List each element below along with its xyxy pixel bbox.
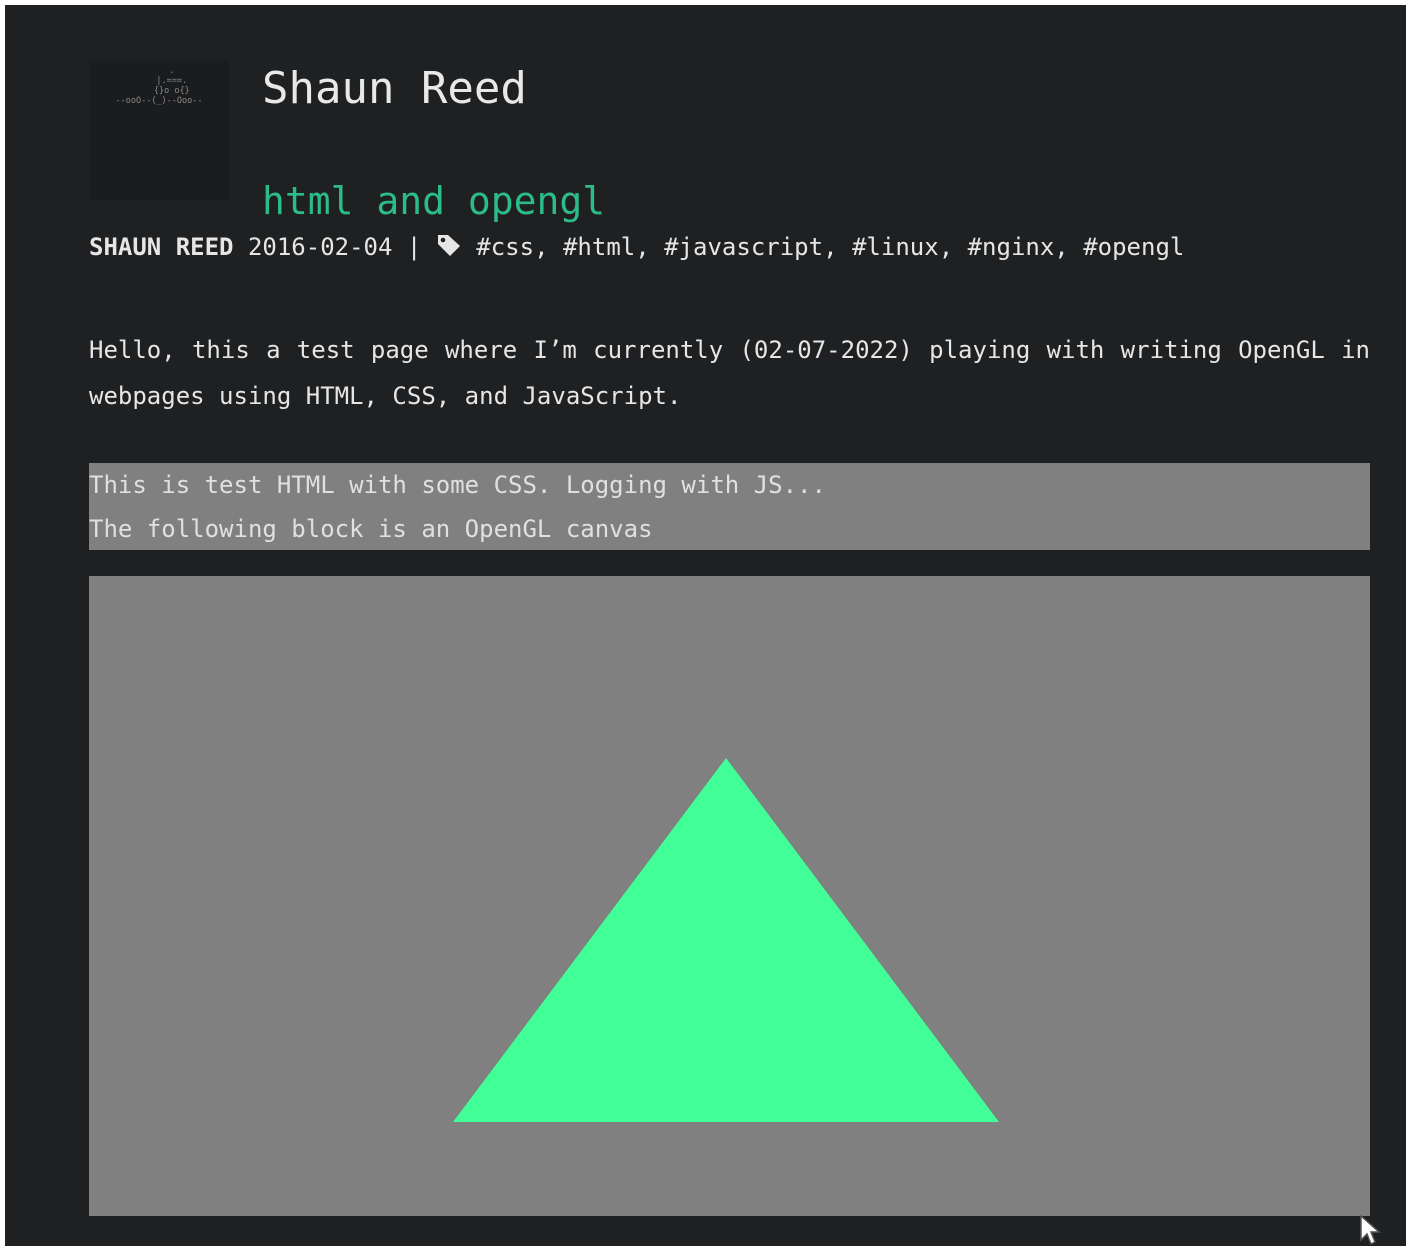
opengl-canvas[interactable]: [89, 576, 1370, 1216]
log-line: The following block is an OpenGL canvas: [89, 515, 653, 543]
post-date: 2016-02-04: [247, 233, 393, 261]
tag-link[interactable]: #linux: [852, 233, 939, 261]
tag-link[interactable]: #opengl: [1083, 233, 1184, 261]
mouse-cursor-icon: [1359, 1214, 1383, 1250]
page: . |.===. {}o o{} --ooO--(_)--Ooo-- Shaun…: [5, 5, 1406, 1246]
canvas-render: [453, 758, 999, 1122]
post-meta: SHAUN REED 2016-02-04 | #css, #html, #ja…: [89, 231, 1184, 265]
tag-link[interactable]: #html: [563, 233, 635, 261]
site-title[interactable]: Shaun Reed: [262, 61, 527, 117]
tag-link[interactable]: #nginx: [968, 233, 1055, 261]
log-box: This is test HTML with some CSS. Logging…: [89, 463, 1370, 550]
post-author: SHAUN REED: [89, 233, 234, 261]
post-title: html and opengl: [262, 179, 606, 223]
tag-list: #css, #html, #javascript, #linux, #nginx…: [476, 233, 1185, 261]
logo-ascii-art: . |.===. {}o o{} --ooO--(_)--Ooo--: [115, 66, 203, 106]
meta-separator: |: [406, 233, 422, 261]
site-logo[interactable]: . |.===. {}o o{} --ooO--(_)--Ooo--: [89, 60, 229, 200]
green-triangle: [453, 758, 999, 1122]
log-line: This is test HTML with some CSS. Logging…: [89, 471, 826, 499]
tag-link[interactable]: #javascript: [664, 233, 823, 261]
post-intro: Hello, this a test page where I’m curren…: [89, 336, 1370, 410]
tag-icon: [436, 233, 462, 265]
tag-link[interactable]: #css: [476, 233, 534, 261]
